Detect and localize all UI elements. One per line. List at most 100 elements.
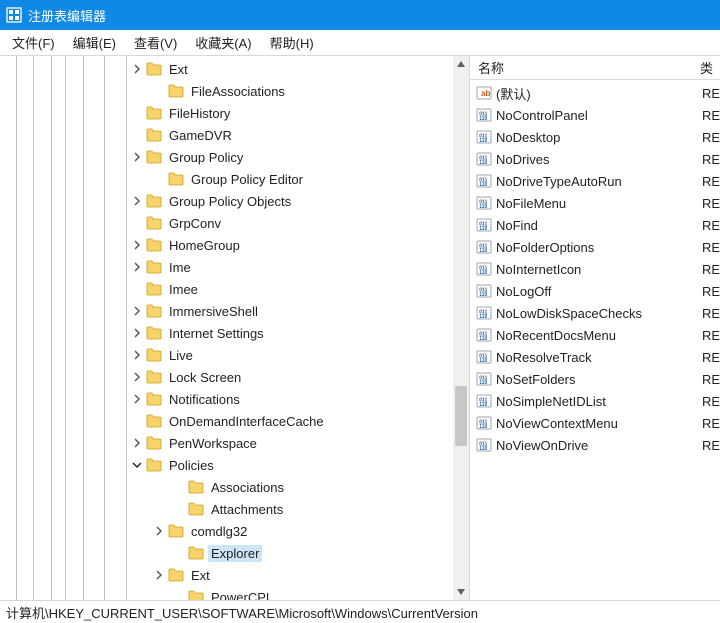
list-row[interactable]: 011110NoViewContextMenuRE [470,412,720,434]
tree-row[interactable]: Lock Screen [0,366,469,388]
tree-row-label: Notifications [166,391,243,408]
list-row[interactable]: 011110NoLogOffRE [470,280,720,302]
menu-item[interactable]: 收藏夹(A) [187,31,259,54]
value-type: RE [702,372,720,387]
tree-scroll-area[interactable]: ExtFileAssociationsFileHistoryGameDVRGro… [0,56,469,600]
chevron-right-icon[interactable] [130,304,144,318]
list-row[interactable]: 011110NoFindRE [470,214,720,236]
tree-row[interactable]: Ime [0,256,469,278]
chevron-right-icon[interactable] [130,326,144,340]
list-row[interactable]: 011110NoDesktopRE [470,126,720,148]
statusbar: 计算机\HKEY_CURRENT_USER\SOFTWARE\Microsoft… [0,601,720,623]
tree-row[interactable]: Group Policy Editor [0,168,469,190]
list-row[interactable]: 011110NoDrivesRE [470,148,720,170]
tree-row[interactable]: Group Policy Objects [0,190,469,212]
list-row[interactable]: 011110NoLowDiskSpaceChecksRE [470,302,720,324]
list-row[interactable]: 011110NoViewOnDriveRE [470,434,720,456]
tree-row[interactable]: Group Policy [0,146,469,168]
value-type: RE [702,152,720,167]
folder-icon [146,106,162,120]
chevron-right-icon[interactable] [130,238,144,252]
tree-row[interactable]: Explorer [0,542,469,564]
chevron-right-icon[interactable] [130,436,144,450]
tree-row[interactable]: PowerCPL [0,586,469,600]
value-type: RE [702,438,720,453]
chevron-right-icon[interactable] [130,392,144,406]
list-row[interactable]: 011110NoSimpleNetIDListRE [470,390,720,412]
folder-icon [146,216,162,230]
svg-text:110: 110 [479,116,487,122]
list-row[interactable]: 011110NoRecentDocsMenuRE [470,324,720,346]
tree-row[interactable]: Internet Settings [0,322,469,344]
tree-row[interactable]: Ext [0,564,469,586]
chevron-right-icon[interactable] [130,260,144,274]
folder-icon [146,414,162,428]
tree-row[interactable]: Attachments [0,498,469,520]
chevron-down-icon[interactable] [130,458,144,472]
value-name: NoSetFolders [496,372,702,387]
scroll-thumb[interactable] [455,386,467,446]
value-name: NoLogOff [496,284,702,299]
list-row[interactable]: 011110NoSetFoldersRE [470,368,720,390]
tree-row[interactable]: FileAssociations [0,80,469,102]
list-row[interactable]: 011110NoResolveTrackRE [470,346,720,368]
menu-item[interactable]: 文件(F) [4,31,63,54]
svg-text:110: 110 [479,446,487,452]
tree-row-label: ImmersiveShell [166,303,261,320]
list-row[interactable]: 011110 NoFolderOptionsRE [470,236,720,258]
chevron-right-icon[interactable] [130,194,144,208]
tree-row[interactable]: GameDVR [0,124,469,146]
folder-icon [146,304,162,318]
value-name: NoDriveTypeAutoRun [496,174,702,189]
value-name: NoDrives [496,152,702,167]
list-body[interactable]: ab(默认)RE011110NoControlPanelRE011110NoDe… [470,80,720,600]
tree-row[interactable]: Associations [0,476,469,498]
menu-item[interactable]: 帮助(H) [262,31,322,54]
tree-row-label: PowerCPL [208,589,276,601]
svg-text:110: 110 [479,270,487,276]
chevron-right-icon[interactable] [130,150,144,164]
value-list-pane: 名称 类 ab(默认)RE011110NoControlPanelRE01111… [470,56,720,600]
scroll-down-button[interactable] [453,584,469,600]
tree-row[interactable]: ImmersiveShell [0,300,469,322]
col-type[interactable]: 类 [700,58,720,77]
tree-row[interactable]: Imee [0,278,469,300]
list-row[interactable]: 011110NoInternetIconRE [470,258,720,280]
tree-row[interactable]: Ext [0,58,469,80]
value-type: RE [702,240,720,255]
chevron-right-icon[interactable] [130,370,144,384]
menu-item[interactable]: 查看(V) [126,31,185,54]
tree-row[interactable]: Notifications [0,388,469,410]
value-type: RE [702,174,720,189]
folder-icon [168,172,184,186]
tree-row[interactable]: comdlg32 [0,520,469,542]
binary-value-icon: 011110 [476,107,492,123]
folder-icon [168,524,184,538]
tree-scrollbar[interactable] [453,56,469,600]
list-row[interactable]: 011110NoFileMenuRE [470,192,720,214]
tree-row[interactable]: PenWorkspace [0,432,469,454]
menu-item[interactable]: 编辑(E) [65,31,124,54]
chevron-right-icon[interactable] [152,568,166,582]
chevron-right-icon[interactable] [130,62,144,76]
list-header[interactable]: 名称 类 [470,56,720,80]
svg-text:110: 110 [479,380,487,386]
col-name[interactable]: 名称 [470,58,700,77]
titlebar[interactable]: 注册表编辑器 [0,0,720,30]
tree-row[interactable]: FileHistory [0,102,469,124]
tree-row[interactable]: GrpConv [0,212,469,234]
binary-value-icon: 011110 [476,239,492,255]
value-name: NoFolderOptions [496,240,702,255]
tree-row[interactable]: HomeGroup [0,234,469,256]
list-row[interactable]: 011110NoControlPanelRE [470,104,720,126]
tree-row[interactable]: Live [0,344,469,366]
value-type: RE [702,86,720,101]
list-row[interactable]: 011110NoDriveTypeAutoRunRE [470,170,720,192]
list-row[interactable]: ab(默认)RE [470,82,720,104]
chevron-right-icon[interactable] [152,524,166,538]
scroll-up-button[interactable] [453,56,469,72]
tree-row[interactable]: OnDemandInterfaceCache [0,410,469,432]
tree-row-label: GameDVR [166,127,235,144]
chevron-right-icon[interactable] [130,348,144,362]
tree-row[interactable]: Policies [0,454,469,476]
